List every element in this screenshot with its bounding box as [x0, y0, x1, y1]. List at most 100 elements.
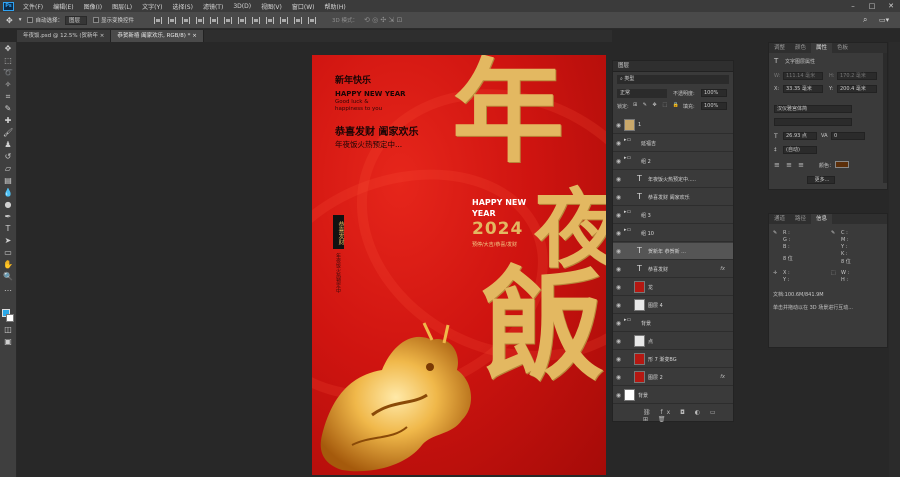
distribute-right-icon[interactable]	[308, 16, 317, 24]
move-tool-icon[interactable]: ✥	[6, 16, 13, 25]
align-right-icon[interactable]	[224, 16, 233, 24]
visibility-eye-icon[interactable]: ◉	[613, 392, 624, 399]
layer-row[interactable]: ◉ 1	[613, 117, 733, 134]
tab-newyear-dinner[interactable]: 年夜饭.psd @ 12.5% (贺新年 ×	[17, 30, 112, 42]
tab-paths[interactable]: 路径	[790, 214, 811, 224]
3d-mode-icons[interactable]: ⟲ ◎ ✣ ⇲ ⊡	[364, 16, 402, 24]
menu-view[interactable]: 视图(V)	[256, 2, 287, 11]
layer-row[interactable]: ◉ 形 7 渐变BG	[613, 351, 733, 368]
tab-adjustments[interactable]: 调整	[769, 43, 790, 53]
visibility-eye-icon[interactable]: ◉	[613, 230, 624, 237]
marquee-tool-icon[interactable]: ⬚	[3, 56, 13, 66]
tab-greeting[interactable]: 恭贺新禧 阖家欢乐, RGB/8) * ×	[111, 30, 204, 42]
visibility-eye-icon[interactable]: ◉	[613, 122, 624, 129]
layer-row[interactable]: ◉ 图层 2 fx	[613, 369, 733, 386]
font-style-dropdown[interactable]	[774, 118, 852, 126]
fx-icon[interactable]: fx	[720, 266, 725, 272]
distribute-top-icon[interactable]	[238, 16, 247, 24]
maximize-button[interactable]: □	[863, 0, 881, 12]
paragraph-align-icons[interactable]: ≡ ≡ ≡	[774, 161, 806, 169]
visibility-eye-icon[interactable]: ◉	[613, 212, 624, 219]
menu-select[interactable]: 选择(S)	[167, 2, 198, 11]
menu-image[interactable]: 图像(I)	[79, 2, 107, 11]
blur-tool-icon[interactable]: 💧	[3, 188, 13, 198]
background-color-swatch[interactable]	[6, 314, 14, 322]
layer-filter-dropdown[interactable]: ⌕ 类型	[617, 75, 729, 84]
menu-file[interactable]: 文件(F)	[18, 2, 48, 11]
font-family-dropdown[interactable]: 汉仪雅宫体简	[774, 105, 852, 113]
fx-icon[interactable]: fx	[720, 374, 725, 380]
visibility-eye-icon[interactable]: ◉	[613, 374, 624, 381]
tab-close-icon[interactable]: ×	[100, 33, 105, 39]
auto-select-target-dropdown[interactable]: 图层	[64, 15, 87, 25]
tracking-field[interactable]: 0	[831, 132, 865, 140]
visibility-eye-icon[interactable]: ◉	[613, 140, 624, 147]
align-top-icon[interactable]	[154, 16, 163, 24]
visibility-eye-icon[interactable]: ◉	[613, 248, 624, 255]
search-icon[interactable]: ⌕	[863, 15, 867, 25]
visibility-eye-icon[interactable]: ◉	[613, 338, 624, 345]
menu-help[interactable]: 帮助(H)	[320, 2, 351, 11]
document-canvas[interactable]: 新年快乐 HAPPY NEW YEAR Good luck & happines…	[312, 55, 606, 475]
minimize-button[interactable]: –	[844, 0, 862, 12]
distribute-vcenter-icon[interactable]	[252, 16, 261, 24]
tab-properties[interactable]: 属性	[811, 43, 833, 53]
layers-panel-title[interactable]: 图层	[613, 61, 733, 72]
fill-field[interactable]: 100%	[701, 102, 727, 110]
photoshop-logo-icon[interactable]: Ps	[3, 1, 14, 11]
more-button[interactable]: 更多...	[807, 176, 835, 184]
visibility-eye-icon[interactable]: ◉	[613, 356, 624, 363]
path-select-tool-icon[interactable]: ➤	[3, 236, 13, 246]
menu-layer[interactable]: 图层(L)	[107, 2, 137, 11]
menu-window[interactable]: 窗口(W)	[287, 2, 320, 11]
blend-mode-dropdown[interactable]: 正常	[617, 89, 667, 98]
move-tool-icon[interactable]: ✥	[3, 44, 13, 54]
auto-select-checkbox[interactable]	[27, 17, 34, 23]
layer-row[interactable]: ◉ 龙	[613, 279, 733, 296]
visibility-eye-icon[interactable]: ◉	[613, 176, 624, 183]
layer-row[interactable]: ◉ 点	[613, 333, 733, 350]
screen-mode-icon[interactable]: ▣	[3, 337, 13, 347]
layer-row[interactable]: ◉ T 恭喜发财 fx	[613, 261, 733, 278]
align-left-icon[interactable]	[196, 16, 205, 24]
align-bottom-icon[interactable]	[182, 16, 191, 24]
opacity-field[interactable]: 100%	[701, 89, 727, 97]
show-transform-checkbox[interactable]	[93, 17, 99, 23]
more-tools-icon[interactable]: …	[3, 284, 13, 294]
tab-channels[interactable]: 通道	[769, 214, 790, 224]
x-field[interactable]: 33.35 毫米	[783, 85, 823, 93]
dodge-tool-icon[interactable]: ●	[3, 200, 13, 210]
tab-color[interactable]: 颜色	[790, 43, 811, 53]
align-hcenter-icon[interactable]	[210, 16, 219, 24]
layer-row[interactable]: ◉ ▸▭ 延福吉	[613, 135, 733, 152]
menu-type[interactable]: 文字(Y)	[137, 2, 167, 11]
eyedropper-tool-icon[interactable]: ✎	[3, 104, 13, 114]
tab-close-icon[interactable]: ×	[192, 33, 197, 39]
layer-row[interactable]: ◉ ▸▭ 背景	[613, 315, 733, 332]
auto-select-option[interactable]: 自动选择： 图层	[27, 15, 87, 25]
lock-icons[interactable]: ⊞ ✎ ✥ ⬚ 🔒	[633, 102, 681, 108]
layers-footer-icons[interactable]: ⛓ fx ◘ ◐ ▭ ⊞ 🗑	[643, 409, 733, 423]
text-color-swatch[interactable]	[835, 161, 849, 168]
stamp-tool-icon[interactable]: ♟	[3, 140, 13, 150]
magic-wand-tool-icon[interactable]: ✧	[3, 80, 13, 90]
pen-tool-icon[interactable]: ✒	[3, 212, 13, 222]
shape-tool-icon[interactable]: ▭	[3, 248, 13, 258]
properties-scrollbar[interactable]	[883, 53, 887, 183]
close-window-button[interactable]: ✕	[882, 0, 900, 12]
layer-row[interactable]: ◉ ▸▭ 组 3	[613, 207, 733, 224]
h-field[interactable]: 170.2 毫米	[837, 72, 877, 80]
healing-tool-icon[interactable]: ✚	[3, 116, 13, 126]
menu-edit[interactable]: 编辑(E)	[48, 2, 78, 11]
layer-row[interactable]: ◉ ▸▭ 组 2	[613, 153, 733, 170]
tool-preset-dropdown[interactable]: ▾	[19, 17, 22, 23]
w-field[interactable]: 111.14 毫米	[783, 72, 823, 80]
layer-row[interactable]: ◉ 图层 4	[613, 297, 733, 314]
brush-tool-icon[interactable]: 🖌	[3, 128, 13, 138]
visibility-eye-icon[interactable]: ◉	[613, 158, 624, 165]
distribute-hcenter-icon[interactable]	[294, 16, 303, 24]
gradient-tool-icon[interactable]: ▤	[3, 176, 13, 186]
workspace-icon[interactable]: ▭▾	[879, 16, 889, 24]
distribute-left-icon[interactable]	[280, 16, 289, 24]
hand-tool-icon[interactable]: ✋	[3, 260, 13, 270]
